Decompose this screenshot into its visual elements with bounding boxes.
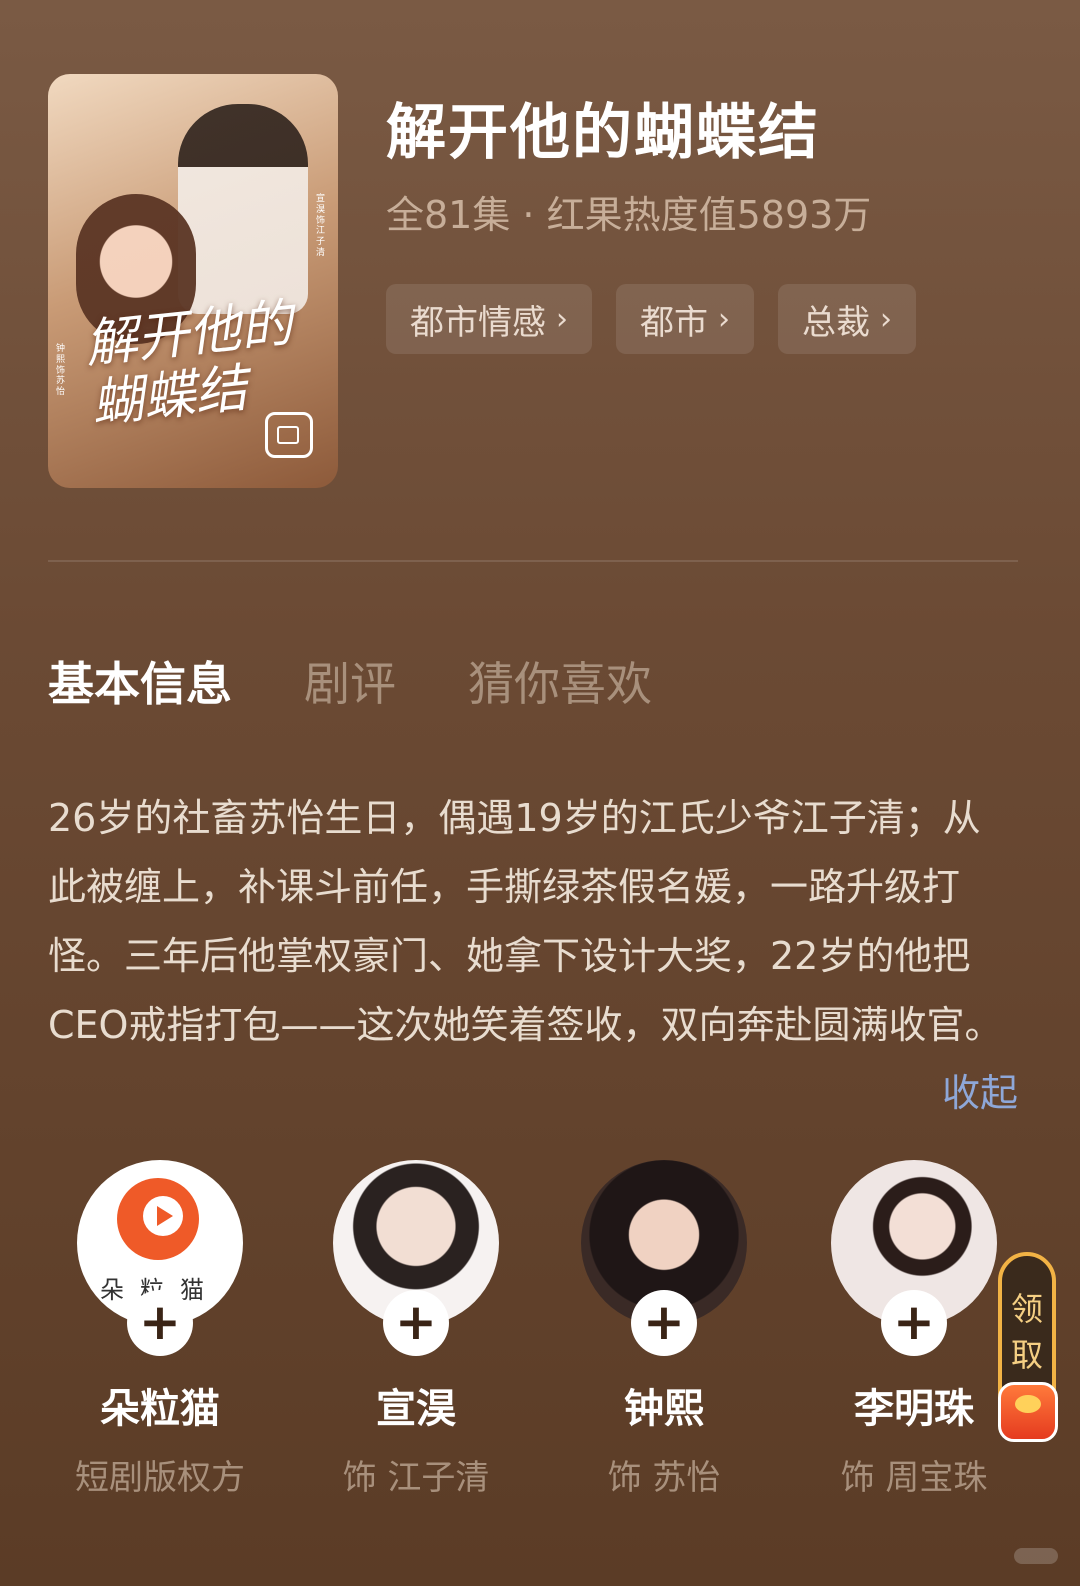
poster-cast-female: 钟熙 饰 苏怡 bbox=[56, 344, 66, 398]
synopsis-text: 26岁的社畜苏怡生日，偶遇19岁的江氏少爷江子清；从此被缠上，补课斗前任，手撕绿… bbox=[48, 796, 1003, 1047]
show-title: 解开他的蝴蝶结 bbox=[386, 98, 820, 168]
claim-reward-button[interactable]: 领 取 bbox=[998, 1252, 1058, 1442]
cast-name: 钟熙 bbox=[624, 1386, 704, 1432]
tag-ceo[interactable]: 总裁 › bbox=[778, 284, 916, 354]
cast-role: 饰 周宝珠 bbox=[840, 1458, 988, 1498]
cast-list: 朵粒猫 + 朵粒猫 短剧版权方 + 宣淏 饰 江子清 + 钟熙 饰 苏怡 + 李… bbox=[0, 1160, 1080, 1500]
cast-item[interactable]: 朵粒猫 + 朵粒猫 短剧版权方 bbox=[40, 1160, 280, 1499]
tab-basic-info[interactable]: 基本信息 bbox=[48, 648, 232, 714]
cast-item[interactable]: + 钟熙 饰 苏怡 bbox=[544, 1160, 784, 1499]
divider bbox=[48, 560, 1018, 562]
chevron-right-icon: › bbox=[880, 301, 892, 337]
tab-reviews[interactable]: 剧评 bbox=[304, 648, 396, 714]
tag-urban-romance[interactable]: 都市情感 › bbox=[386, 284, 592, 354]
follow-plus-button[interactable]: + bbox=[881, 1290, 947, 1356]
claim-label-1: 领 bbox=[1010, 1290, 1043, 1328]
chevron-right-icon: › bbox=[718, 301, 730, 337]
tab-bar: 基本信息 剧评 猜你喜欢 bbox=[48, 648, 652, 714]
poster-male-figure bbox=[178, 104, 308, 314]
cast-role: 短剧版权方 bbox=[75, 1458, 245, 1498]
follow-plus-button[interactable]: + bbox=[383, 1290, 449, 1356]
chevron-right-icon: › bbox=[556, 301, 568, 337]
cast-item[interactable]: + 宣淏 饰 江子清 bbox=[296, 1160, 536, 1499]
tag-urban[interactable]: 都市 › bbox=[616, 284, 754, 354]
follow-plus-button[interactable]: + bbox=[127, 1290, 193, 1356]
cast-name: 朵粒猫 bbox=[100, 1386, 220, 1432]
tag-list: 都市情感 › 都市 › 总裁 › bbox=[386, 284, 916, 354]
tag-label: 总裁 bbox=[802, 302, 870, 343]
cast-name: 宣淏 bbox=[376, 1386, 456, 1432]
poster-cast-male: 宣淏 饰 江子清 bbox=[316, 194, 326, 258]
tab-recommendations[interactable]: 猜你喜欢 bbox=[468, 648, 652, 714]
claim-label-2: 取 bbox=[1010, 1336, 1043, 1374]
cast-role: 饰 江子清 bbox=[342, 1458, 490, 1498]
cast-role: 饰 苏怡 bbox=[607, 1458, 721, 1498]
collapse-link[interactable]: 收起 bbox=[942, 1062, 1018, 1117]
follow-plus-button[interactable]: + bbox=[631, 1290, 697, 1356]
tag-label: 都市 bbox=[640, 302, 708, 343]
red-envelope-icon bbox=[998, 1382, 1058, 1442]
poster-badge-icon bbox=[265, 412, 313, 458]
show-meta: 全81集 · 红果热度值5893万 bbox=[386, 193, 872, 237]
watermark bbox=[1014, 1548, 1058, 1564]
tag-label: 都市情感 bbox=[410, 302, 546, 343]
play-icon bbox=[143, 1196, 183, 1236]
